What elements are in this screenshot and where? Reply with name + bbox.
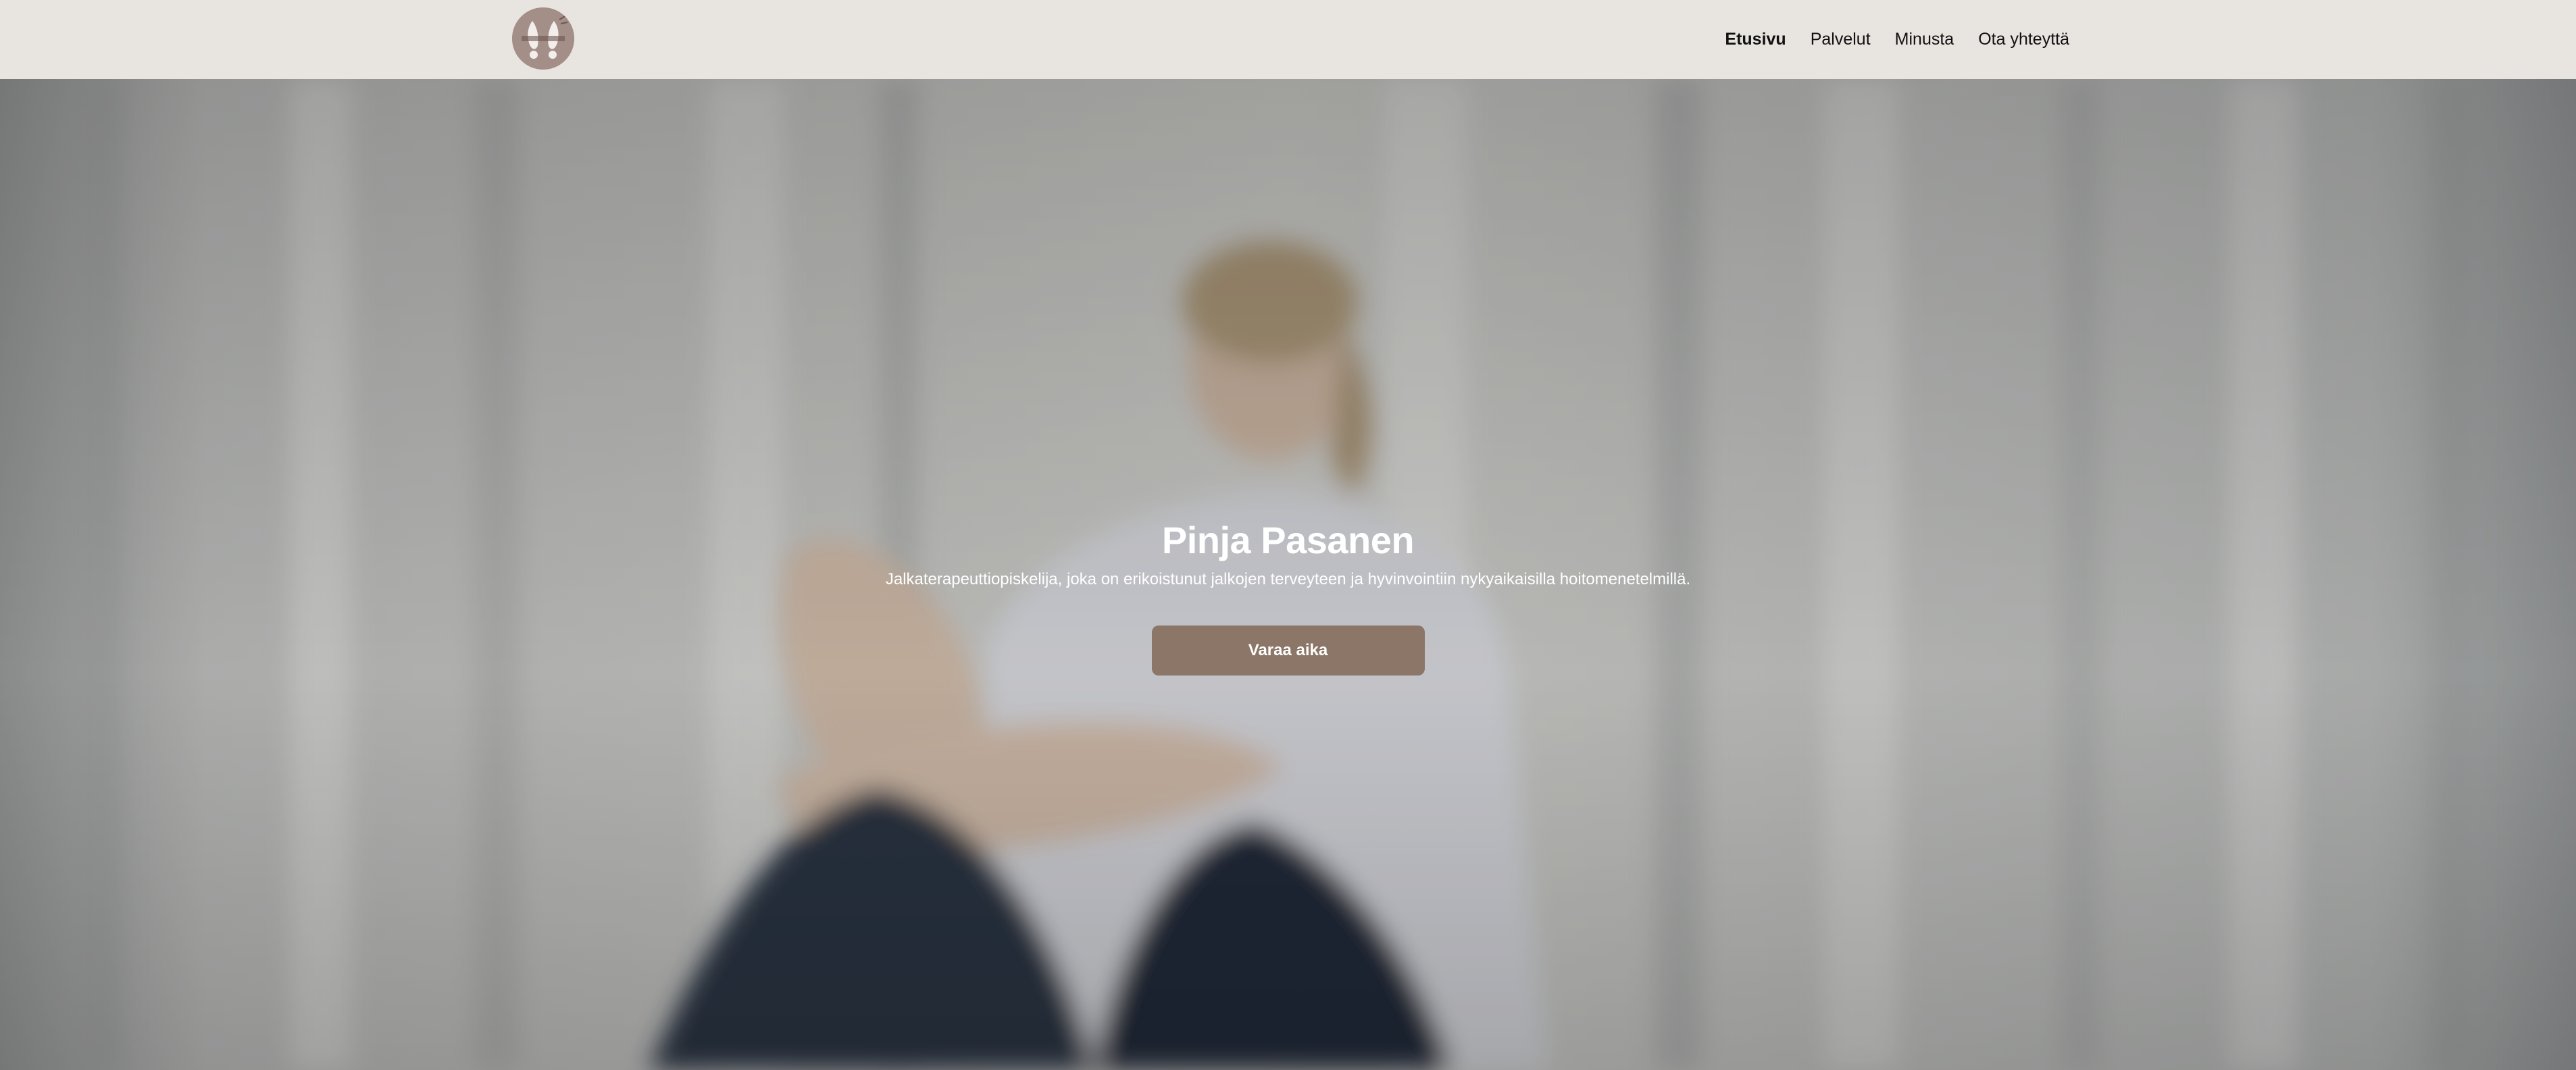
feet-logo-icon[interactable] (512, 7, 574, 70)
hero-subtitle: Jalkaterapeuttiopiskelija, joka on eriko… (885, 570, 1691, 588)
nav-item-etusivu[interactable]: Etusivu (1725, 30, 1786, 49)
hero-title: Pinja Pasanen (1161, 519, 1415, 561)
main-nav: Etusivu Palvelut Minusta Ota yhteyttä (1700, 0, 2069, 79)
nav-item-minusta[interactable]: Minusta (1895, 30, 1954, 49)
nav-item-palvelut[interactable]: Palvelut (1811, 30, 1871, 49)
nav-item-ota-yhteytta[interactable]: Ota yhteyttä (1978, 30, 2069, 49)
hero-content: Pinja Pasanen Jalkaterapeuttiopiskelija,… (0, 518, 2576, 676)
book-appointment-button[interactable]: Varaa aika (1151, 626, 1425, 676)
hero-section: Pinja Pasanen Jalkaterapeuttiopiskelija,… (0, 79, 2576, 1070)
site-header: Etusivu Palvelut Minusta Ota yhteyttä (0, 0, 2576, 79)
